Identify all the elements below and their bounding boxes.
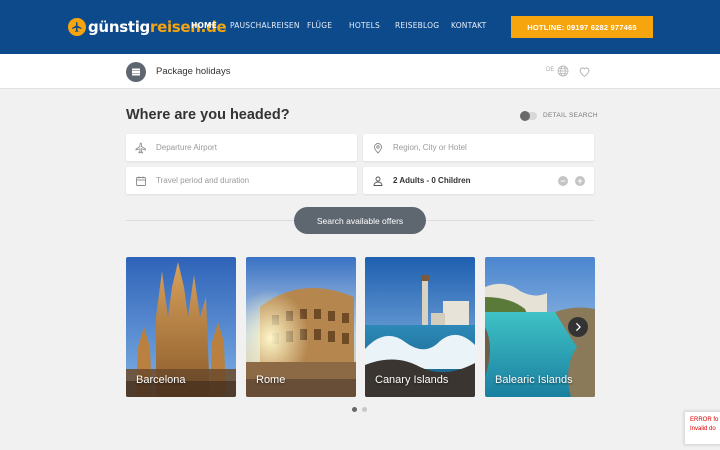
detail-search-toggle[interactable] (520, 111, 537, 121)
nav-travel-blog[interactable]: REISEBLOG (395, 21, 439, 30)
destination-card-barcelona[interactable]: Barcelona (126, 257, 236, 397)
top-navigation-bar: günstigreisen.de HOME PAUSCHALREISEN FLÜ… (0, 0, 720, 54)
hamburger-menu-button[interactable] (126, 62, 146, 82)
divider-right (426, 220, 594, 221)
destination-field[interactable]: Region, City or Hotel (363, 134, 594, 161)
travel-period-placeholder: Travel period and duration (156, 176, 250, 185)
search-headline: Where are you headed? (126, 107, 290, 123)
section-title: Package holidays (156, 66, 231, 77)
person-icon (373, 176, 383, 186)
nav-home[interactable]: HOME (191, 21, 217, 30)
carousel-dot-2[interactable] (362, 407, 367, 412)
hotline-button[interactable]: HOTLINE: 09197 6282 977465 (511, 16, 653, 38)
travellers-value: 2 Adults - 0 Children (393, 176, 471, 185)
nav-hotels[interactable]: HOTELS (349, 21, 380, 30)
nav-flights[interactable]: FLÜGE (307, 21, 332, 30)
destination-name: Rome (256, 374, 286, 386)
map-pin-icon (374, 142, 382, 154)
recaptcha-error: ERROR fo (690, 417, 719, 423)
sub-header-bar (0, 54, 720, 89)
search-offers-button[interactable]: Search available offers (294, 207, 426, 234)
nav-package-holidays[interactable]: PAUSCHALREISEN (230, 21, 300, 30)
destination-card-rome[interactable]: Rome (246, 257, 356, 397)
destination-placeholder: Region, City or Hotel (393, 143, 467, 152)
plane-icon (135, 142, 146, 154)
nav-contact[interactable]: KONTAKT (451, 21, 486, 30)
travellers-decrement-button[interactable]: − (558, 176, 568, 186)
recaptcha-message: Invalid do (690, 426, 716, 432)
destination-card-canary-islands[interactable]: Canary Islands (365, 257, 475, 397)
destination-name: Balearic Islands (495, 374, 573, 386)
carousel-next-button[interactable] (568, 317, 588, 337)
travel-period-field[interactable]: Travel period and duration (126, 167, 357, 194)
destination-name: Barcelona (136, 374, 186, 386)
departure-airport-placeholder: Departure Airport (156, 143, 217, 152)
detail-search-label[interactable]: DETAIL SEARCH (543, 112, 598, 119)
airplane-logo-icon (68, 18, 86, 36)
globe-icon[interactable] (557, 65, 569, 77)
travellers-increment-button[interactable]: + (575, 176, 585, 186)
departure-airport-field[interactable]: Departure Airport (126, 134, 357, 161)
favorites-heart-icon[interactable] (578, 65, 591, 78)
hamburger-icon (132, 71, 140, 73)
language-code[interactable]: DE (546, 67, 554, 73)
recaptcha-widget: ERROR fo Invalid do (684, 411, 720, 445)
destination-name: Canary Islands (375, 374, 449, 386)
chevron-right-icon (576, 323, 581, 331)
calendar-icon (136, 176, 146, 186)
carousel-dot-1[interactable] (352, 407, 357, 412)
divider-left (126, 220, 294, 221)
